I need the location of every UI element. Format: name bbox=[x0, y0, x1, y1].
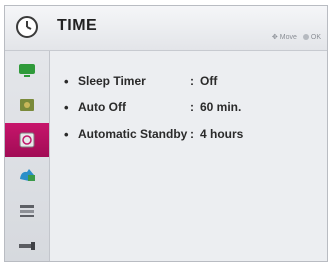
lock-icon bbox=[20, 169, 35, 181]
setting-value: Off bbox=[200, 74, 218, 88]
ok-hint-label: OK bbox=[310, 33, 321, 41]
sidebar-item-picture[interactable] bbox=[5, 53, 49, 87]
move-hint-label: Move bbox=[279, 33, 297, 41]
sidebar-item-lock[interactable] bbox=[5, 158, 49, 192]
input-icon bbox=[19, 242, 35, 250]
sidebar-item-input[interactable] bbox=[5, 228, 49, 261]
time-icon bbox=[19, 132, 35, 148]
option-icon bbox=[20, 205, 34, 217]
category-sidebar bbox=[5, 51, 50, 261]
dpad-icon: ✥ bbox=[271, 34, 278, 41]
ok-button-icon bbox=[302, 34, 309, 40]
settings-list: • Sleep Timer : Off • Auto Off : 60 min.… bbox=[50, 51, 327, 261]
setting-label: Automatic Standby bbox=[78, 127, 188, 141]
move-hint: ✥ Move bbox=[271, 33, 297, 42]
setting-value: 4 hours bbox=[200, 127, 244, 141]
time-menu-panel: TIME ✥ Move OK • Sleep Timer: Off • Aut… bbox=[4, 5, 328, 262]
setting-label: Sleep Timer bbox=[78, 74, 146, 88]
setting-row-sleep-timer[interactable]: • Sleep Timer : Off bbox=[64, 73, 217, 89]
setting-row-auto-off[interactable]: • Auto Off : 60 min. bbox=[64, 99, 241, 115]
tv-menu-frame: TIME ✥ Move OK • Sleep Timer: Off • Aut… bbox=[0, 0, 329, 264]
picture-icon bbox=[19, 64, 35, 77]
setting-value: 60 min. bbox=[200, 100, 242, 114]
audio-icon bbox=[20, 99, 34, 111]
setting-row-automatic-standby[interactable]: • Automatic Standby : 4 hours bbox=[64, 126, 243, 142]
bullet: • bbox=[64, 99, 69, 115]
menu-header: TIME ✥ Move OK bbox=[5, 6, 327, 51]
sidebar-item-option[interactable] bbox=[5, 193, 49, 227]
bullet: • bbox=[64, 126, 69, 142]
setting-label: Auto Off bbox=[78, 100, 126, 114]
ok-hint: OK bbox=[302, 33, 321, 41]
separator-colon: : bbox=[190, 100, 194, 114]
bullet: • bbox=[64, 73, 69, 89]
sidebar-item-audio[interactable] bbox=[5, 88, 49, 122]
menu-title: TIME bbox=[57, 17, 98, 34]
separator-colon: : bbox=[190, 74, 194, 88]
remote-hints: ✥ Move OK bbox=[271, 33, 321, 42]
sidebar-item-time[interactable] bbox=[5, 123, 49, 157]
clock-icon bbox=[16, 16, 38, 38]
separator-colon: : bbox=[190, 127, 194, 141]
